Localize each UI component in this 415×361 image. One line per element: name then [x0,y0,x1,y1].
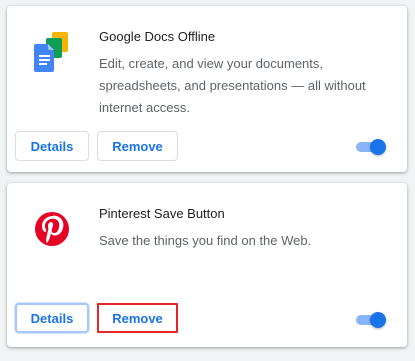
extension-name: Pinterest Save Button [99,206,225,221]
details-button[interactable]: Details [15,131,89,161]
extension-description: Edit, create, and view your documents, s… [99,56,366,115]
toggle-knob [370,312,386,328]
remove-button[interactable]: Remove [97,131,178,161]
remove-button[interactable]: Remove [97,303,178,333]
google-docs-icon [32,30,76,74]
toggle-knob [370,139,386,155]
pinterest-icon [32,207,76,251]
extension-card-google-docs-offline: Google Docs Offline Edit, create, and vi… [7,6,407,172]
details-button[interactable]: Details [15,303,89,333]
extension-name: Google Docs Offline [99,29,216,44]
enable-toggle[interactable] [356,139,386,155]
extension-card-pinterest-save-button: Pinterest Save Button Save the things yo… [7,183,407,347]
enable-toggle[interactable] [356,312,386,328]
extension-description: Save the things you find on the Web. [99,233,312,248]
